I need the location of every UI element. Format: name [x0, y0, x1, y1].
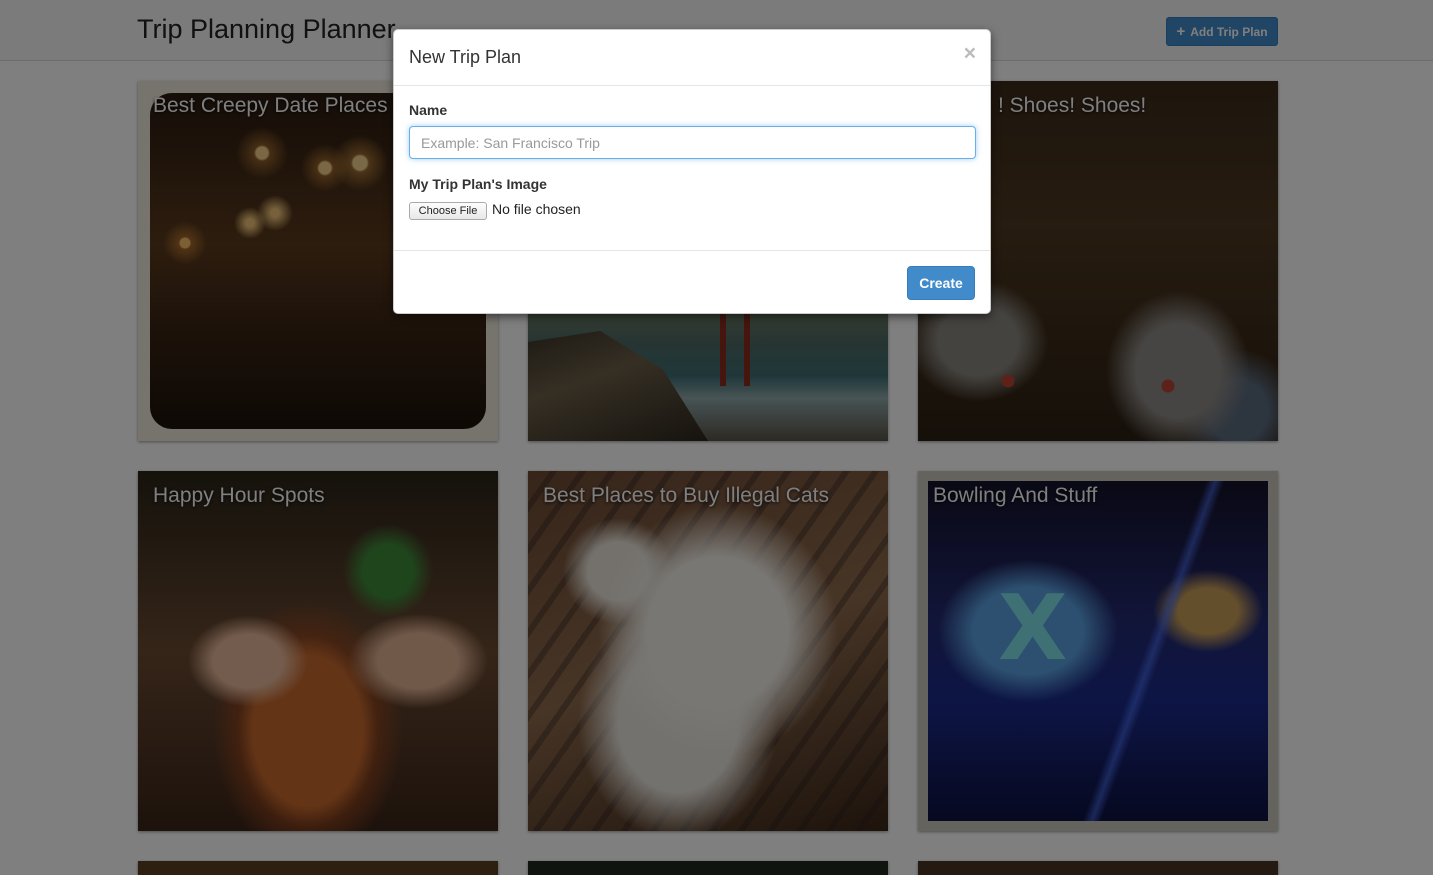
image-label: My Trip Plan's Image — [409, 176, 547, 192]
close-icon[interactable]: × — [964, 43, 976, 64]
choose-file-button[interactable]: Choose File — [409, 202, 487, 220]
trip-name-input[interactable] — [409, 126, 976, 159]
modal-footer: Create — [394, 250, 990, 314]
name-label: Name — [409, 102, 448, 118]
modal-title: New Trip Plan — [409, 47, 522, 67]
modal-header: New Trip Plan × — [394, 30, 990, 86]
new-trip-plan-modal: New Trip Plan × Name My Trip Plan's Imag… — [393, 29, 991, 314]
create-button[interactable]: Create — [907, 266, 975, 300]
file-status-text: No file chosen — [492, 201, 581, 217]
